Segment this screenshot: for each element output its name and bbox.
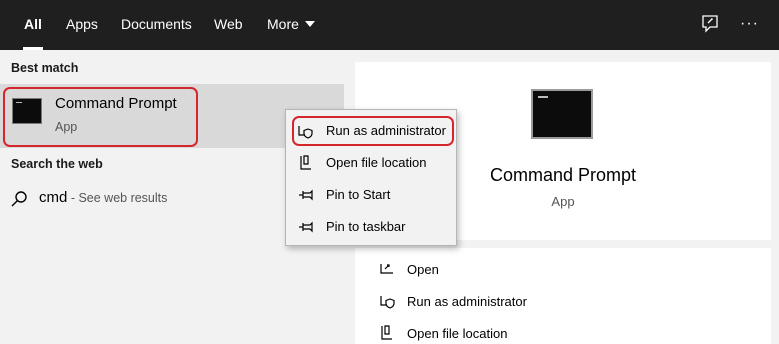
tab-apps[interactable]: Apps: [66, 0, 98, 50]
pin-icon: [297, 186, 315, 204]
context-menu-pin-to-start[interactable]: Pin to Start: [326, 187, 390, 202]
context-menu-open-file-location[interactable]: Open file location: [326, 155, 426, 170]
web-result-suffix: - See web results: [67, 191, 168, 205]
pin-icon: [297, 218, 315, 236]
search-filter-bar: All Apps Documents Web More ···: [0, 0, 779, 50]
ellipsis-icon[interactable]: ···: [740, 13, 762, 35]
search-web-heading: Search the web: [11, 157, 103, 171]
tab-documents[interactable]: Documents: [121, 0, 192, 50]
preview-action-open-file-location[interactable]: Open file location: [407, 326, 507, 341]
preview-action-open[interactable]: Open: [407, 262, 439, 277]
run-as-admin-highlight: [292, 116, 454, 146]
web-result-item[interactable]: cmd - See web results: [39, 189, 167, 206]
tab-more[interactable]: More: [267, 0, 315, 50]
web-result-query: cmd: [39, 189, 68, 206]
command-prompt-large-icon: [531, 89, 593, 139]
open-icon: [378, 260, 396, 278]
context-menu-pin-to-taskbar[interactable]: Pin to taskbar: [326, 219, 406, 234]
folder-location-icon: [378, 324, 396, 342]
caret-down-icon: [304, 21, 315, 28]
tab-all[interactable]: All: [23, 0, 43, 50]
feedback-icon[interactable]: [699, 13, 721, 35]
best-match-heading: Best match: [11, 61, 79, 75]
tab-more-label: More: [267, 16, 299, 32]
search-icon: [10, 190, 28, 208]
tab-web[interactable]: Web: [214, 0, 243, 50]
preview-action-run-as-admin[interactable]: Run as administrator: [407, 294, 527, 309]
folder-location-icon: [297, 154, 315, 172]
shield-icon: [378, 292, 396, 310]
best-match-highlight: [3, 87, 198, 147]
